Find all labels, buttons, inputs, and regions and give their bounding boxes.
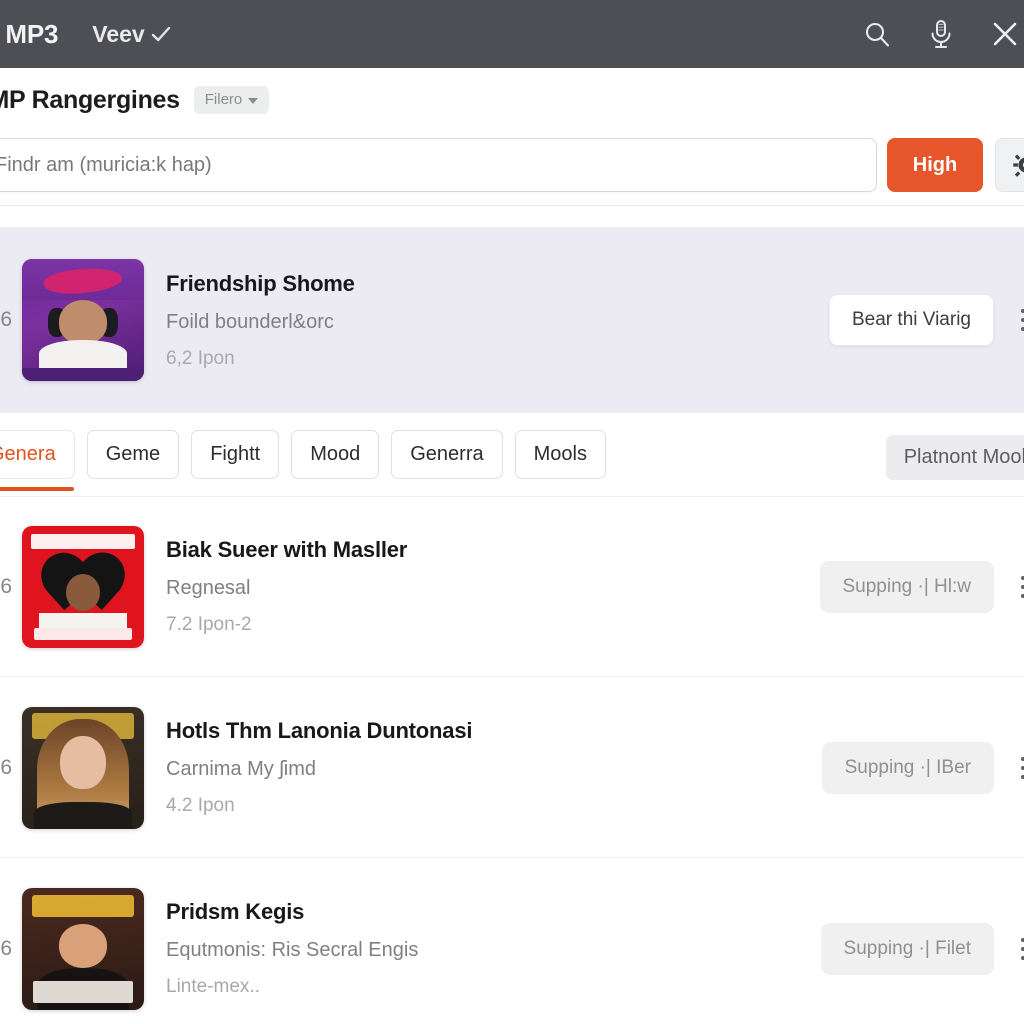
microphone-icon[interactable] xyxy=(924,17,958,51)
featured-rank: 6 xyxy=(0,308,12,331)
tab-fightt[interactable]: Fightt xyxy=(191,430,280,479)
tab-geme[interactable]: Geme xyxy=(86,430,180,479)
app-title: ing MP3 xyxy=(0,18,59,49)
channel-chip[interactable]: Veev xyxy=(92,21,170,48)
check-icon xyxy=(151,24,171,44)
row-meta: 4.2 Ipon xyxy=(166,795,235,816)
header-left-group: ing MP3 Veev xyxy=(0,19,171,50)
table-row[interactable]: 6 Biak Sueer with Masller Regnesal 7.2 I… xyxy=(0,497,1024,677)
category-tabs: Genera Geme Fightt Mood Generra Mools xyxy=(0,430,606,491)
playlist-mode-pill[interactable]: Platnont Mool xyxy=(885,435,1024,480)
settings-button[interactable] xyxy=(995,138,1024,192)
kebab-menu-icon[interactable] xyxy=(1008,565,1024,609)
tab-generra[interactable]: Generra xyxy=(391,430,503,479)
tabs-right-group: Platnont Mool xyxy=(885,435,1024,480)
category-tabs-bar: Genera Geme Fightt Mood Generra Mools Pl… xyxy=(0,413,1024,497)
row-subtitle: Carnima My ʃimd xyxy=(166,758,317,780)
channel-name: Veev xyxy=(92,20,145,47)
kebab-menu-icon[interactable] xyxy=(1008,927,1024,971)
search-submit-button[interactable]: High xyxy=(887,138,983,192)
tab-mood[interactable]: Mood xyxy=(291,430,380,479)
album-artwork-warm-concert xyxy=(22,887,144,1010)
filter-dropdown-label: Filero xyxy=(204,91,243,108)
search-field-wrapper[interactable] xyxy=(0,138,877,192)
featured-meta: 6,2 Ipon xyxy=(166,347,235,369)
row-title: Pridsm Kegis xyxy=(166,899,305,924)
header-actions xyxy=(860,0,1024,68)
row-title: Hotls Thm Lanonia Duntonasi xyxy=(166,718,473,743)
row-text-block: Pridsm Kegis Equtmonis: Ris Secral Engis… xyxy=(166,899,821,998)
table-row[interactable]: 6 Pridsm Kegis Equtmonis: Ris Secral Eng… xyxy=(0,859,1024,1024)
row-subtitle: Equtmonis: Ris Secral Engis xyxy=(166,939,419,961)
row-meta: 7.2 Ipon-2 xyxy=(166,614,252,635)
top-header-bar: ing MP3 Veev xyxy=(0,0,1024,68)
row-text-block: Hotls Thm Lanonia Duntonasi Carnima My ʃ… xyxy=(166,718,822,817)
search-input[interactable] xyxy=(0,153,858,177)
album-artwork-purple xyxy=(22,259,144,381)
row-rank: 6 xyxy=(0,936,12,960)
tab-genera[interactable]: Genera xyxy=(0,430,75,491)
search-toolbar: High xyxy=(0,134,1024,196)
search-icon[interactable] xyxy=(860,17,894,51)
album-artwork-gold-portrait xyxy=(22,706,144,829)
row-rank: 6 xyxy=(0,574,12,598)
close-icon[interactable] xyxy=(988,17,1022,51)
section-header: MMP Rangergines Filero xyxy=(0,68,1024,132)
gear-icon xyxy=(1013,152,1024,178)
featured-subtitle: Foild bounderl&orc xyxy=(166,310,334,333)
row-rank: 6 xyxy=(0,755,12,779)
tab-mools[interactable]: Mools xyxy=(514,430,606,479)
featured-text-block: Friendship Shome Foild bounderl&orc 6,2 … xyxy=(166,271,829,370)
kebab-menu-icon[interactable] xyxy=(1008,746,1024,790)
row-action-button[interactable]: Supping ·| Hl:w xyxy=(819,560,994,613)
divider xyxy=(0,205,1024,206)
row-text-block: Biak Sueer with Masller Regnesal 7.2 Ipo… xyxy=(166,537,820,636)
row-title: Biak Sueer with Masller xyxy=(166,537,408,562)
featured-title: Friendship Shome xyxy=(166,270,355,296)
app-window: ing MP3 Veev xyxy=(0,0,1024,1024)
row-subtitle: Regnesal xyxy=(166,577,251,599)
table-row[interactable]: 6 Hotls Thm Lanonia Duntonasi Carnima My… xyxy=(0,678,1024,858)
kebab-menu-icon[interactable] xyxy=(1008,298,1024,342)
row-action-button[interactable]: Supping ·| IBer xyxy=(821,741,994,794)
filter-dropdown[interactable]: Filero xyxy=(193,86,270,114)
chevron-down-icon xyxy=(248,97,259,104)
featured-result-card[interactable]: 6 Friendship Shome Foild bounderl&orc 6,… xyxy=(0,227,1024,413)
section-title-group: MMP Rangergines Filero xyxy=(0,85,270,115)
row-meta: Linte-mex.. xyxy=(166,976,260,997)
row-action-button[interactable]: Supping ·| Filet xyxy=(820,922,994,975)
page-title: MMP Rangergines xyxy=(0,85,180,114)
featured-action-button[interactable]: Bear thi Viarig xyxy=(829,294,994,346)
album-artwork-red-heart xyxy=(22,525,144,648)
